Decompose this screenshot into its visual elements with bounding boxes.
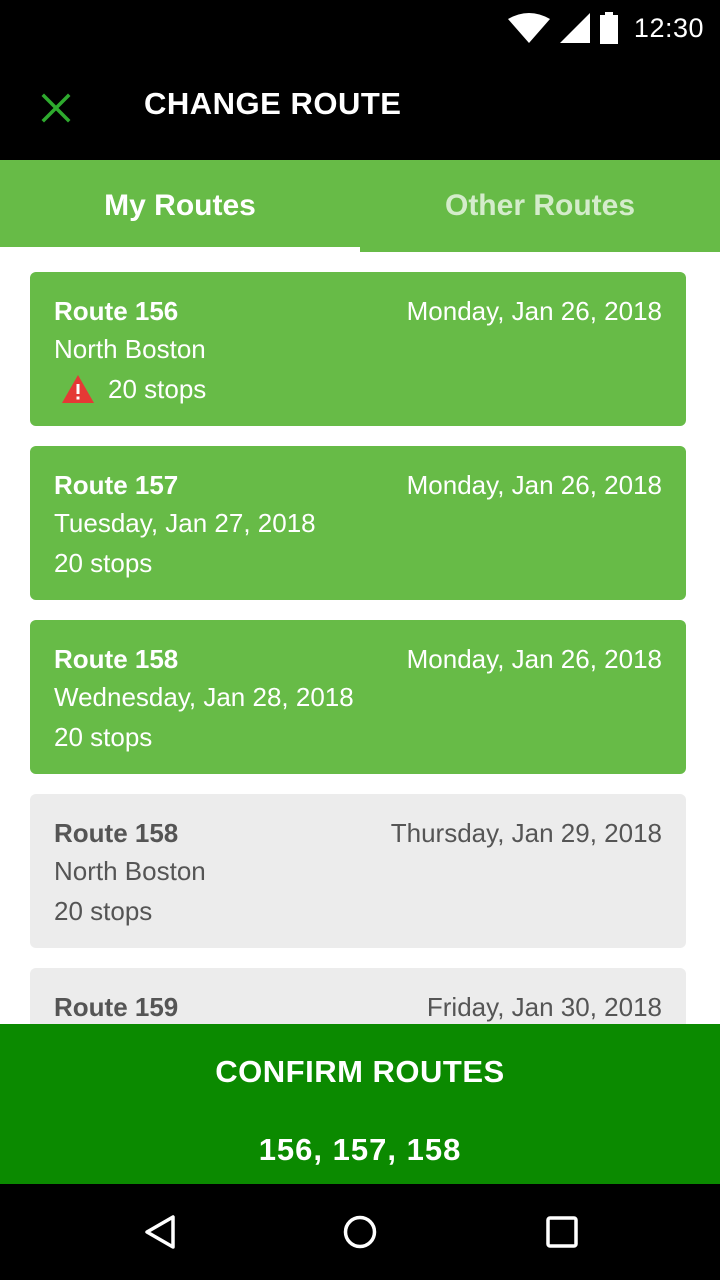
route-card[interactable]: Route 158 Thursday, Jan 29, 2018 North B… bbox=[30, 794, 686, 948]
confirm-routes-button[interactable]: CONFIRM ROUTES 156, 157, 158 bbox=[0, 1024, 720, 1184]
route-detail: Tuesday, Jan 27, 2018 bbox=[54, 508, 316, 538]
recents-button[interactable] bbox=[538, 1208, 586, 1256]
status-time: 12:30 bbox=[633, 12, 704, 43]
route-date: Monday, Jan 26, 2018 bbox=[406, 644, 662, 674]
wifi-icon bbox=[507, 13, 550, 43]
page-title: CHANGE ROUTE bbox=[144, 86, 402, 121]
selected-routes: 156, 157, 158 bbox=[258, 1132, 462, 1167]
route-stops-row: 20 stops bbox=[54, 370, 662, 408]
route-date: Thursday, Jan 29, 2018 bbox=[390, 818, 662, 848]
route-date: Friday, Jan 30, 2018 bbox=[426, 992, 662, 1022]
route-title: Route 156 bbox=[54, 296, 179, 326]
route-detail: Wednesday, Jan 28, 2018 bbox=[54, 682, 354, 712]
route-title: Route 159 bbox=[54, 992, 179, 1022]
route-stops: 20 stops bbox=[108, 374, 207, 404]
close-icon bbox=[41, 93, 71, 123]
app-bar: CHANGE ROUTE bbox=[0, 56, 720, 160]
route-date: Monday, Jan 26, 2018 bbox=[406, 296, 662, 326]
warning-icon bbox=[62, 375, 94, 403]
route-card[interactable]: Route 158 Monday, Jan 26, 2018 Wednesday… bbox=[30, 620, 686, 774]
tab-my-routes[interactable]: My Routes bbox=[0, 160, 360, 252]
signal-icon bbox=[559, 13, 590, 43]
home-icon bbox=[343, 1215, 377, 1249]
route-list[interactable]: Route 156 Monday, Jan 26, 2018 North Bos… bbox=[0, 252, 720, 1024]
route-title: Route 158 bbox=[54, 644, 179, 674]
navigation-bar bbox=[0, 1184, 720, 1280]
home-button[interactable] bbox=[336, 1208, 384, 1256]
tab-other-routes[interactable]: Other Routes bbox=[360, 160, 720, 252]
route-card[interactable]: Route 157 Monday, Jan 26, 2018 Tuesday, … bbox=[30, 446, 686, 600]
confirm-label: CONFIRM ROUTES bbox=[215, 1054, 505, 1089]
back-button[interactable] bbox=[136, 1208, 184, 1256]
route-title: Route 157 bbox=[54, 470, 179, 500]
route-card[interactable]: Route 159 Friday, Jan 30, 2018 bbox=[30, 968, 686, 1024]
close-button[interactable] bbox=[28, 80, 84, 136]
recents-icon bbox=[546, 1216, 578, 1248]
route-detail: North Boston bbox=[54, 334, 206, 364]
route-card[interactable]: Route 156 Monday, Jan 26, 2018 North Bos… bbox=[30, 272, 686, 426]
battery-icon bbox=[599, 12, 618, 44]
route-stops: 20 stops bbox=[54, 896, 153, 926]
tab-bar: My Routes Other Routes bbox=[0, 160, 720, 252]
route-title: Route 158 bbox=[54, 818, 179, 848]
route-detail: North Boston bbox=[54, 856, 206, 886]
route-date: Monday, Jan 26, 2018 bbox=[406, 470, 662, 500]
status-icons: 12:30 bbox=[507, 8, 704, 48]
route-stops: 20 stops bbox=[54, 548, 153, 578]
route-stops: 20 stops bbox=[54, 722, 153, 752]
status-bar: 12:30 bbox=[0, 0, 720, 56]
back-icon bbox=[145, 1215, 175, 1249]
